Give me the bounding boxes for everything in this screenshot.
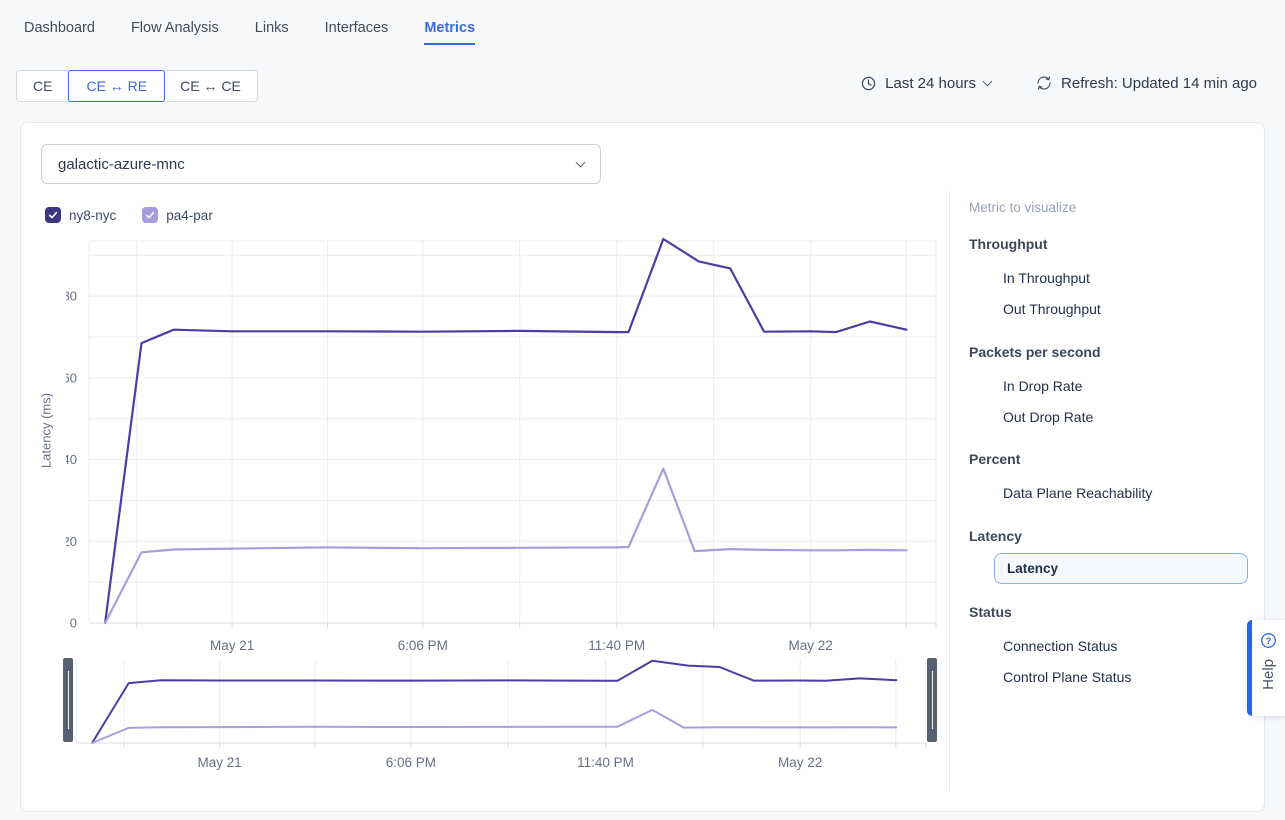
sidebar-item-out-throughput[interactable]: Out Throughput <box>1003 301 1101 317</box>
group-header-percent: Percent <box>969 451 1020 467</box>
checkbox-checked-icon[interactable] <box>45 207 61 223</box>
sidebar-item-in-drop-rate[interactable]: In Drop Rate <box>1003 378 1082 394</box>
filter-ce-button[interactable]: CE <box>17 71 69 101</box>
latency-line-chart: May 21 6:06 PM 11:40 PM May 22 0 20 40 60 80 <box>66 231 956 659</box>
svg-text:40: 40 <box>66 452 77 467</box>
sidebar-item-out-drop-rate[interactable]: Out Drop Rate <box>1003 409 1093 425</box>
sidebar-divider <box>949 191 950 791</box>
legend-label: pa4-par <box>166 208 213 223</box>
top-nav: Dashboard Flow Analysis Links Interfaces… <box>24 20 475 45</box>
time-range-dropdown[interactable]: Last 24 hours <box>860 75 991 92</box>
y-axis-title: Latency (ms) <box>39 381 54 481</box>
legend-item-ny8-nyc[interactable]: ny8-nyc <box>45 207 116 223</box>
help-label: Help <box>1260 659 1277 690</box>
svg-text:May 22: May 22 <box>789 638 833 653</box>
refresh-button[interactable]: Refresh: Updated 14 min ago <box>1035 74 1257 92</box>
nav-tab-flow-analysis[interactable]: Flow Analysis <box>131 20 219 45</box>
chevron-down-icon <box>576 157 586 167</box>
brush-handle-left[interactable] <box>63 658 73 742</box>
svg-text:0: 0 <box>70 616 77 631</box>
svg-text:May 21: May 21 <box>210 638 254 653</box>
svg-text:11:40 PM: 11:40 PM <box>588 638 645 653</box>
nav-tab-interfaces[interactable]: Interfaces <box>325 20 389 45</box>
clock-icon <box>860 75 877 92</box>
checkbox-checked-icon[interactable] <box>142 207 158 223</box>
filter-ce-re-button[interactable]: CE ↔ RE <box>68 70 165 102</box>
svg-text:60: 60 <box>66 370 77 385</box>
device-select[interactable]: galactic-azure-mnc <box>41 144 601 184</box>
sidebar-item-control-plane-status[interactable]: Control Plane Status <box>1003 669 1131 685</box>
nav-tab-dashboard[interactable]: Dashboard <box>24 20 95 45</box>
refresh-icon <box>1035 74 1053 92</box>
time-range-label: Last 24 hours <box>885 75 976 92</box>
brush-handle-grip <box>932 671 933 729</box>
nav-tab-metrics[interactable]: Metrics <box>424 20 475 45</box>
svg-text:80: 80 <box>66 289 77 304</box>
svg-text:?: ? <box>1266 636 1272 646</box>
svg-text:20: 20 <box>66 534 77 549</box>
svg-text:6:06 PM: 6:06 PM <box>386 755 436 770</box>
svg-text:6:06 PM: 6:06 PM <box>398 638 448 653</box>
brush-handle-grip <box>68 671 69 729</box>
toolbar-right: Last 24 hours Refresh: Updated 14 min ag… <box>860 74 1257 92</box>
sidebar-item-data-plane-reachability[interactable]: Data Plane Reachability <box>1003 485 1152 501</box>
legend-label: ny8-nyc <box>69 208 116 223</box>
question-circle-icon: ? <box>1259 631 1278 650</box>
filter-ce-ce-button[interactable]: CE ↔ CE <box>164 71 257 101</box>
nav-tab-links[interactable]: Links <box>255 20 289 45</box>
sidebar-item-latency-selected[interactable]: Latency <box>994 553 1248 584</box>
overview-brush-chart[interactable]: May 21 6:06 PM 11:40 PM May 22 <box>63 653 943 775</box>
chevron-down-icon <box>983 76 993 86</box>
legend-item-pa4-par[interactable]: pa4-par <box>142 207 213 223</box>
help-button[interactable]: ? Help <box>1247 620 1285 716</box>
group-header-packets: Packets per second <box>969 344 1101 360</box>
refresh-status-label: Refresh: Updated 14 min ago <box>1061 75 1257 92</box>
svg-text:May 21: May 21 <box>198 755 242 770</box>
brush-handle-right[interactable] <box>927 658 937 742</box>
group-header-latency: Latency <box>969 528 1022 544</box>
group-header-status: Status <box>969 604 1012 620</box>
group-header-throughput: Throughput <box>969 236 1048 252</box>
svg-text:11:40 PM: 11:40 PM <box>577 755 634 770</box>
svg-text:May 22: May 22 <box>778 755 822 770</box>
sidebar-item-connection-status[interactable]: Connection Status <box>1003 638 1117 654</box>
device-select-value: galactic-azure-mnc <box>58 156 185 173</box>
connection-type-filter: CE CE ↔ RE CE ↔ CE <box>16 70 258 102</box>
sidebar-item-in-throughput[interactable]: In Throughput <box>1003 270 1090 286</box>
selected-metric-label: Latency <box>1007 561 1058 576</box>
metrics-panel: galactic-azure-mnc ny8-nyc pa4-par Laten… <box>20 122 1265 812</box>
series-legend: ny8-nyc pa4-par <box>45 207 213 223</box>
sidebar-title: Metric to visualize <box>969 200 1076 215</box>
